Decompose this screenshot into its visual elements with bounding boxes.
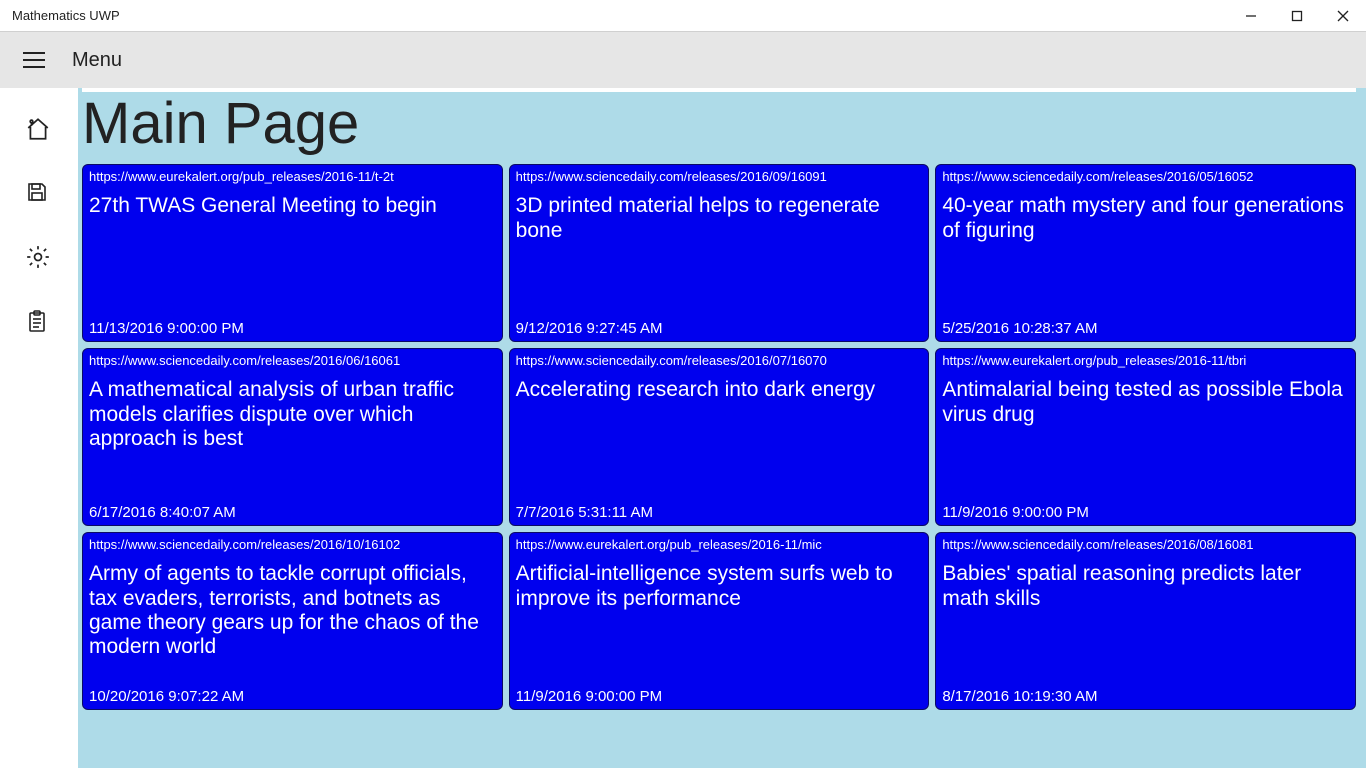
news-url: https://www.sciencedaily.com/releases/20… — [516, 169, 923, 185]
news-card[interactable]: https://www.eurekalert.org/pub_releases/… — [935, 348, 1356, 526]
window-title: Mathematics UWP — [12, 8, 120, 23]
news-date: 7/7/2016 5:31:11 AM — [516, 504, 653, 521]
home-icon[interactable] — [25, 116, 53, 144]
news-card[interactable]: https://www.eurekalert.org/pub_releases/… — [82, 164, 503, 342]
news-url: https://www.eurekalert.org/pub_releases/… — [942, 353, 1349, 369]
window-titlebar: Mathematics UWP — [0, 0, 1366, 32]
news-headline: 3D printed material helps to regenerate … — [516, 194, 923, 242]
news-headline: 40-year math mystery and four generation… — [942, 194, 1349, 242]
minimize-button[interactable] — [1228, 0, 1274, 32]
news-headline: Army of agents to tackle corrupt officia… — [89, 562, 496, 659]
news-headline: Accelerating research into dark energy — [516, 378, 923, 402]
save-icon[interactable] — [25, 180, 53, 208]
hamburger-icon[interactable] — [20, 46, 48, 74]
gear-icon[interactable] — [25, 244, 53, 272]
clipboard-icon[interactable] — [25, 308, 53, 336]
news-headline: A mathematical analysis of urban traffic… — [89, 378, 496, 450]
news-url: https://www.eurekalert.org/pub_releases/… — [89, 169, 496, 185]
news-card[interactable]: https://www.sciencedaily.com/releases/20… — [935, 164, 1356, 342]
news-url: https://www.sciencedaily.com/releases/20… — [89, 537, 496, 553]
news-card[interactable]: https://www.eurekalert.org/pub_releases/… — [509, 532, 930, 710]
page-title: Main Page — [82, 92, 1356, 156]
news-card[interactable]: https://www.sciencedaily.com/releases/20… — [509, 164, 930, 342]
side-rail — [0, 88, 78, 768]
maximize-button[interactable] — [1274, 0, 1320, 32]
news-date: 8/17/2016 10:19:30 AM — [942, 688, 1097, 705]
news-date: 11/13/2016 9:00:00 PM — [89, 320, 244, 337]
news-card[interactable]: https://www.sciencedaily.com/releases/20… — [935, 532, 1356, 710]
news-card[interactable]: https://www.sciencedaily.com/releases/20… — [509, 348, 930, 526]
news-date: 6/17/2016 8:40:07 AM — [89, 504, 236, 521]
news-date: 11/9/2016 9:00:00 PM — [942, 504, 1089, 521]
news-url: https://www.eurekalert.org/pub_releases/… — [516, 537, 923, 553]
window-controls — [1228, 0, 1366, 32]
news-grid: https://www.eurekalert.org/pub_releases/… — [82, 164, 1356, 710]
news-date: 9/12/2016 9:27:45 AM — [516, 320, 663, 337]
menubar: Menu — [0, 32, 1366, 88]
news-card[interactable]: https://www.sciencedaily.com/releases/20… — [82, 348, 503, 526]
news-date: 11/9/2016 9:00:00 PM — [516, 688, 663, 705]
news-headline: Antimalarial being tested as possible Eb… — [942, 378, 1349, 426]
news-card[interactable]: https://www.sciencedaily.com/releases/20… — [82, 532, 503, 710]
news-date: 10/20/2016 9:07:22 AM — [89, 688, 244, 705]
news-url: https://www.sciencedaily.com/releases/20… — [942, 169, 1349, 185]
content-pane: Main Page https://www.eurekalert.org/pub… — [78, 88, 1366, 768]
news-url: https://www.sciencedaily.com/releases/20… — [89, 353, 496, 369]
news-headline: 27th TWAS General Meeting to begin — [89, 194, 496, 218]
news-url: https://www.sciencedaily.com/releases/20… — [516, 353, 923, 369]
news-url: https://www.sciencedaily.com/releases/20… — [942, 537, 1349, 553]
close-button[interactable] — [1320, 0, 1366, 32]
news-headline: Artificial-intelligence system surfs web… — [516, 562, 923, 610]
news-headline: Babies' spatial reasoning predicts later… — [942, 562, 1349, 610]
news-date: 5/25/2016 10:28:37 AM — [942, 320, 1097, 337]
menu-label[interactable]: Menu — [72, 49, 122, 72]
